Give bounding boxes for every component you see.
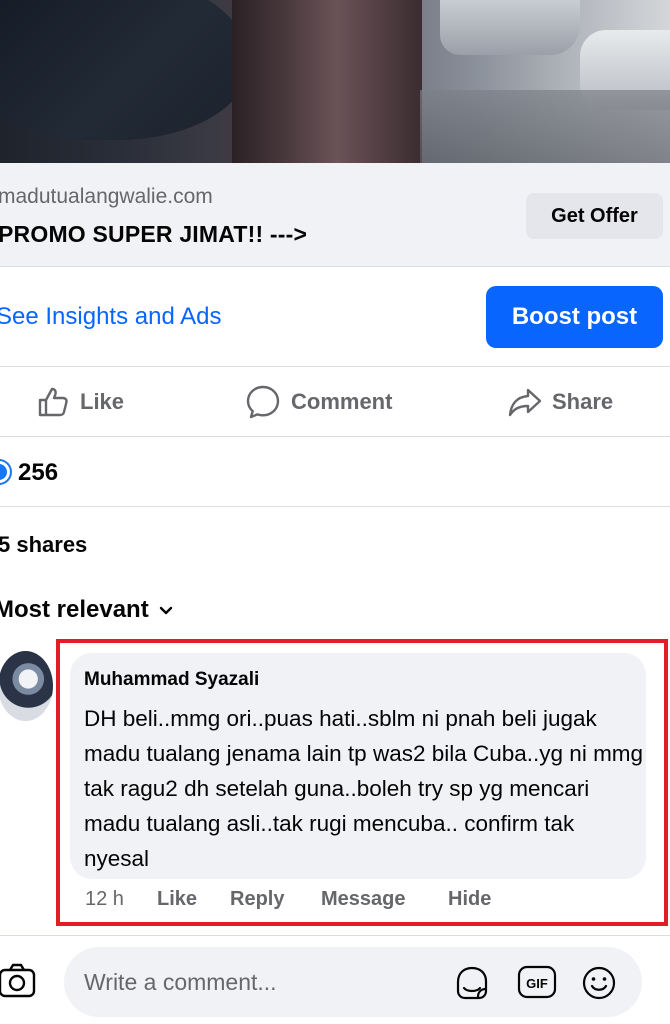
reaction-count: 256 [18, 459, 59, 486]
like-button[interactable]: Like [36, 385, 124, 419]
avatar[interactable] [0, 651, 53, 721]
photo-road [420, 90, 670, 163]
comment-bubble-icon [246, 385, 280, 419]
photo-honey-pole [232, 0, 422, 163]
get-offer-button[interactable]: Get Offer [526, 193, 663, 239]
comment-sort-dropdown[interactable]: Most relevant [0, 596, 175, 624]
svg-text:GIF: GIF [526, 976, 548, 991]
link-title: PROMO SUPER JIMAT!! ---> [0, 221, 308, 247]
sort-label: Most relevant [0, 596, 149, 623]
comment-composer: GIF [64, 947, 642, 1017]
highlight-box [56, 639, 668, 926]
see-insights-link[interactable]: See Insights and Ads [0, 303, 222, 331]
comment-label: Comment [291, 389, 393, 414]
boost-post-button[interactable]: Boost post [486, 286, 663, 348]
gif-icon[interactable]: GIF [516, 964, 558, 1000]
post-photo[interactable] [0, 0, 670, 163]
photo-car [440, 0, 580, 55]
photo-arm [0, 0, 250, 140]
comment-button[interactable]: Comment [245, 385, 392, 419]
reactions-row[interactable]: 256 [0, 437, 670, 507]
comment-input[interactable] [84, 947, 444, 1017]
thumbs-up-icon [38, 387, 68, 417]
emoji-icon[interactable] [580, 964, 618, 1002]
like-label: Like [80, 389, 125, 414]
action-bar: Like Comment Share [0, 367, 670, 437]
share-arrow-icon [508, 388, 542, 417]
link-domain: madutualangwalie.com [0, 185, 213, 208]
sticker-icon[interactable] [452, 964, 492, 1002]
shares-count[interactable]: 5 shares [0, 532, 87, 558]
share-button[interactable]: Share [508, 385, 613, 419]
share-label: Share [552, 389, 614, 414]
camera-icon[interactable] [0, 962, 40, 1002]
divider [0, 935, 670, 936]
like-reaction-icon [0, 461, 10, 483]
chevron-down-icon [159, 606, 172, 615]
